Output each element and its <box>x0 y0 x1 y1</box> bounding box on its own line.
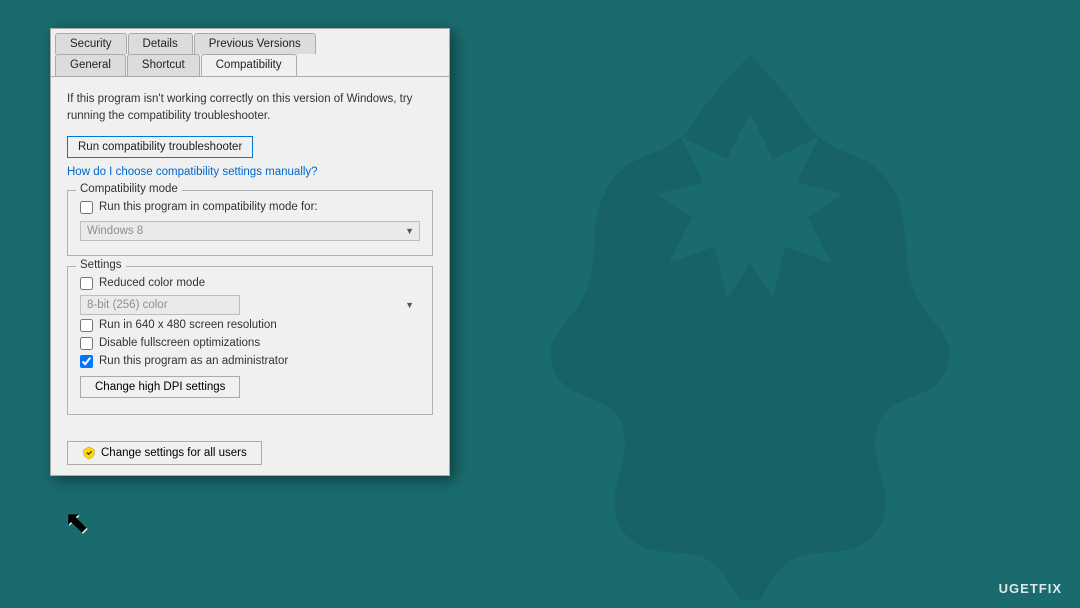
all-users-label: Change settings for all users <box>101 447 247 459</box>
settings-label: Settings <box>76 259 126 271</box>
change-all-users-button[interactable]: Change settings for all users <box>67 441 262 465</box>
reduced-color-row: Reduced color mode <box>80 277 420 290</box>
resolution-label: Run in 640 x 480 screen resolution <box>99 319 277 331</box>
compatibility-mode-group: Compatibility mode Run this program in c… <box>67 190 433 256</box>
resolution-checkbox[interactable] <box>80 319 93 332</box>
fullscreen-checkbox[interactable] <box>80 337 93 350</box>
color-dropdown-wrapper: 8-bit (256) color 16-bit (65536) color ▼ <box>80 295 420 315</box>
change-dpi-button[interactable]: Change high DPI settings <box>80 376 240 398</box>
properties-dialog: Security Details Previous Versions Gener… <box>50 28 450 476</box>
tab-bar: Security Details Previous Versions Gener… <box>51 29 449 77</box>
tab-row-bottom: General Shortcut Compatibility <box>51 54 449 76</box>
cursor: ⬉ <box>64 505 89 540</box>
manual-settings-link[interactable]: How do I choose compatibility settings m… <box>67 166 433 178</box>
compat-mode-checkbox[interactable] <box>80 201 93 214</box>
compat-mode-checkbox-row: Run this program in compatibility mode f… <box>80 201 420 214</box>
color-dropdown-arrow-icon: ▼ <box>405 300 414 310</box>
tab-details[interactable]: Details <box>128 33 193 54</box>
shield-icon <box>82 446 96 460</box>
intro-text: If this program isn't working correctly … <box>67 91 433 126</box>
resolution-row: Run in 640 x 480 screen resolution <box>80 319 420 332</box>
tab-row-top: Security Details Previous Versions <box>51 29 449 54</box>
compatibility-mode-label: Compatibility mode <box>76 183 182 195</box>
tab-content: If this program isn't working correctly … <box>51 77 449 435</box>
reduced-color-checkbox[interactable] <box>80 277 93 290</box>
compat-dropdown-wrapper: Windows 8 Windows 7 Windows Vista Window… <box>80 221 420 241</box>
admin-checkbox[interactable] <box>80 355 93 368</box>
color-dropdown[interactable]: 8-bit (256) color 16-bit (65536) color <box>80 295 240 315</box>
fullscreen-row: Disable fullscreen optimizations <box>80 337 420 350</box>
watermark: UGETFIX <box>999 581 1062 596</box>
tab-security[interactable]: Security <box>55 33 127 54</box>
settings-group: Settings Reduced color mode 8-bit (256) … <box>67 266 433 415</box>
compat-mode-checkbox-label: Run this program in compatibility mode f… <box>99 201 318 213</box>
reduced-color-label: Reduced color mode <box>99 277 205 289</box>
tab-shortcut[interactable]: Shortcut <box>127 54 200 76</box>
fullscreen-label: Disable fullscreen optimizations <box>99 337 260 349</box>
tab-general[interactable]: General <box>55 54 126 76</box>
tab-previous-versions[interactable]: Previous Versions <box>194 33 316 54</box>
dialog-footer: Change settings for all users <box>51 435 449 475</box>
admin-row: Run this program as an administrator <box>80 355 420 368</box>
admin-label: Run this program as an administrator <box>99 355 288 367</box>
tab-compatibility[interactable]: Compatibility <box>201 54 297 76</box>
run-troubleshooter-button[interactable]: Run compatibility troubleshooter <box>67 136 253 158</box>
compat-dropdown[interactable]: Windows 8 Windows 7 Windows Vista Window… <box>80 221 420 241</box>
